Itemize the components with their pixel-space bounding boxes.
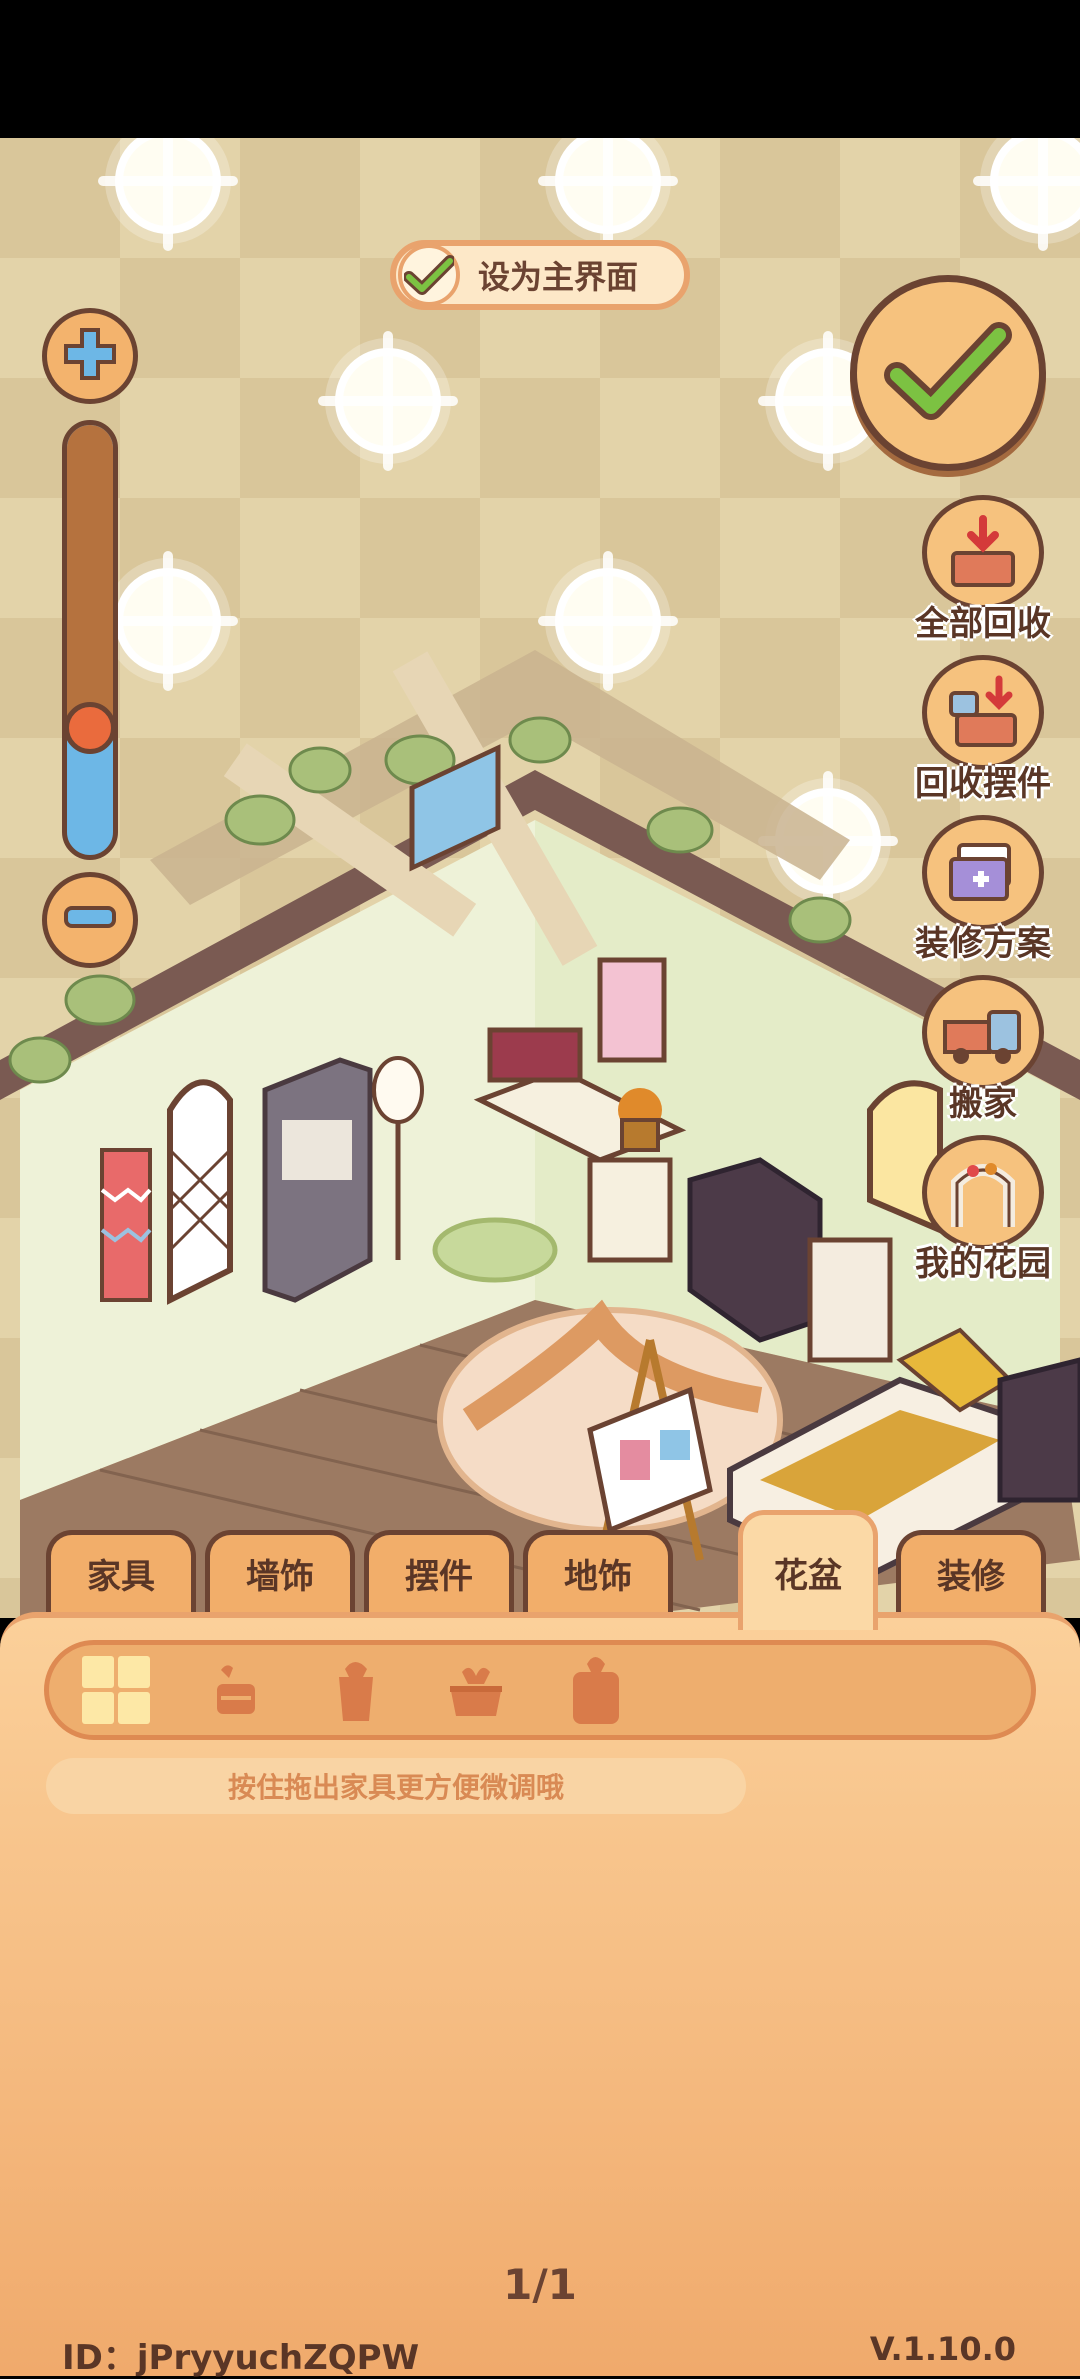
sun-pattern-icon — [115, 138, 221, 234]
decor-plan-icon — [922, 815, 1044, 930]
tab-flower-pots[interactable]: 花盆 — [738, 1510, 878, 1630]
tab-label: 装修 — [937, 1557, 1005, 1597]
tab-renovation[interactable]: 装修 — [896, 1530, 1046, 1612]
tab-label: 花盆 — [774, 1556, 842, 1596]
tab-furniture[interactable]: 家具 — [46, 1530, 196, 1612]
filter-bowl-pot-button[interactable] — [441, 1657, 511, 1727]
moving-label: 搬家 — [949, 1084, 1017, 1124]
category-filter-bar — [44, 1640, 1036, 1740]
my-garden-label: 我的花园 — [915, 1244, 1051, 1284]
box-pot-icon — [569, 1652, 623, 1732]
sun-pattern-icon — [555, 138, 661, 234]
zoom-in-button[interactable] — [42, 308, 138, 404]
moving-button[interactable]: 搬家 — [900, 975, 1066, 1125]
filter-box-pot-button[interactable] — [561, 1657, 631, 1727]
drag-hint: 按住拖出家具更方便微调哦 — [46, 1758, 746, 1814]
filter-tall-pot-button[interactable] — [321, 1657, 391, 1727]
tab-label: 摆件 — [405, 1557, 473, 1597]
set-home-toggle[interactable]: 设为主界面 — [390, 240, 690, 310]
checkmark-icon — [883, 321, 1013, 425]
tab-label: 家具 — [87, 1557, 155, 1597]
small-pot-icon — [211, 1660, 261, 1724]
tab-ornaments[interactable]: 摆件 — [364, 1530, 514, 1612]
moving-truck-icon — [922, 975, 1044, 1090]
tall-pot-icon — [331, 1655, 381, 1729]
my-garden-button[interactable]: 我的花园 — [900, 1135, 1066, 1285]
user-id: ID：jPryyuchZQPW — [62, 2338, 420, 2378]
plus-icon — [62, 326, 118, 386]
zoom-slider-handle[interactable] — [64, 702, 116, 754]
garden-arch-icon — [922, 1135, 1044, 1250]
page-indicator: 1/1 — [503, 2260, 577, 2309]
recycle-ornament-button[interactable]: 回收摆件 — [900, 655, 1066, 805]
recycle-ornament-label: 回收摆件 — [915, 764, 1051, 804]
tab-label: 墙饰 — [246, 1557, 314, 1597]
filter-small-pot-button[interactable] — [201, 1657, 271, 1727]
tab-label: 地饰 — [564, 1557, 632, 1597]
sun-pattern-icon — [990, 138, 1080, 234]
zoom-out-button[interactable] — [42, 872, 138, 968]
recycle-all-label: 全部回收 — [915, 604, 1051, 644]
status-bar — [0, 0, 1080, 138]
decor-plan-button[interactable]: 装修方案 — [900, 815, 1066, 965]
tab-floor-decor[interactable]: 地饰 — [523, 1530, 673, 1612]
sun-pattern-icon — [335, 348, 441, 454]
recycle-ornament-icon — [922, 655, 1044, 770]
tab-wall-decor[interactable]: 墙饰 — [205, 1530, 355, 1612]
recycle-all-icon — [922, 495, 1044, 610]
checkmark-icon — [398, 244, 460, 306]
confirm-button[interactable] — [850, 275, 1046, 471]
filter-all-button[interactable] — [80, 1654, 152, 1730]
minus-icon — [62, 906, 118, 934]
set-home-label: 设为主界面 — [478, 258, 639, 296]
zoom-slider-track[interactable] — [62, 420, 118, 860]
recycle-all-button[interactable]: 全部回收 — [900, 495, 1066, 645]
bowl-pot-icon — [446, 1660, 506, 1724]
grid-all-icon — [80, 1654, 152, 1730]
version-label: V.1.10.0 — [869, 2330, 1016, 2368]
zoom-slider-fill — [67, 425, 113, 733]
decor-plan-label: 装修方案 — [915, 924, 1051, 964]
